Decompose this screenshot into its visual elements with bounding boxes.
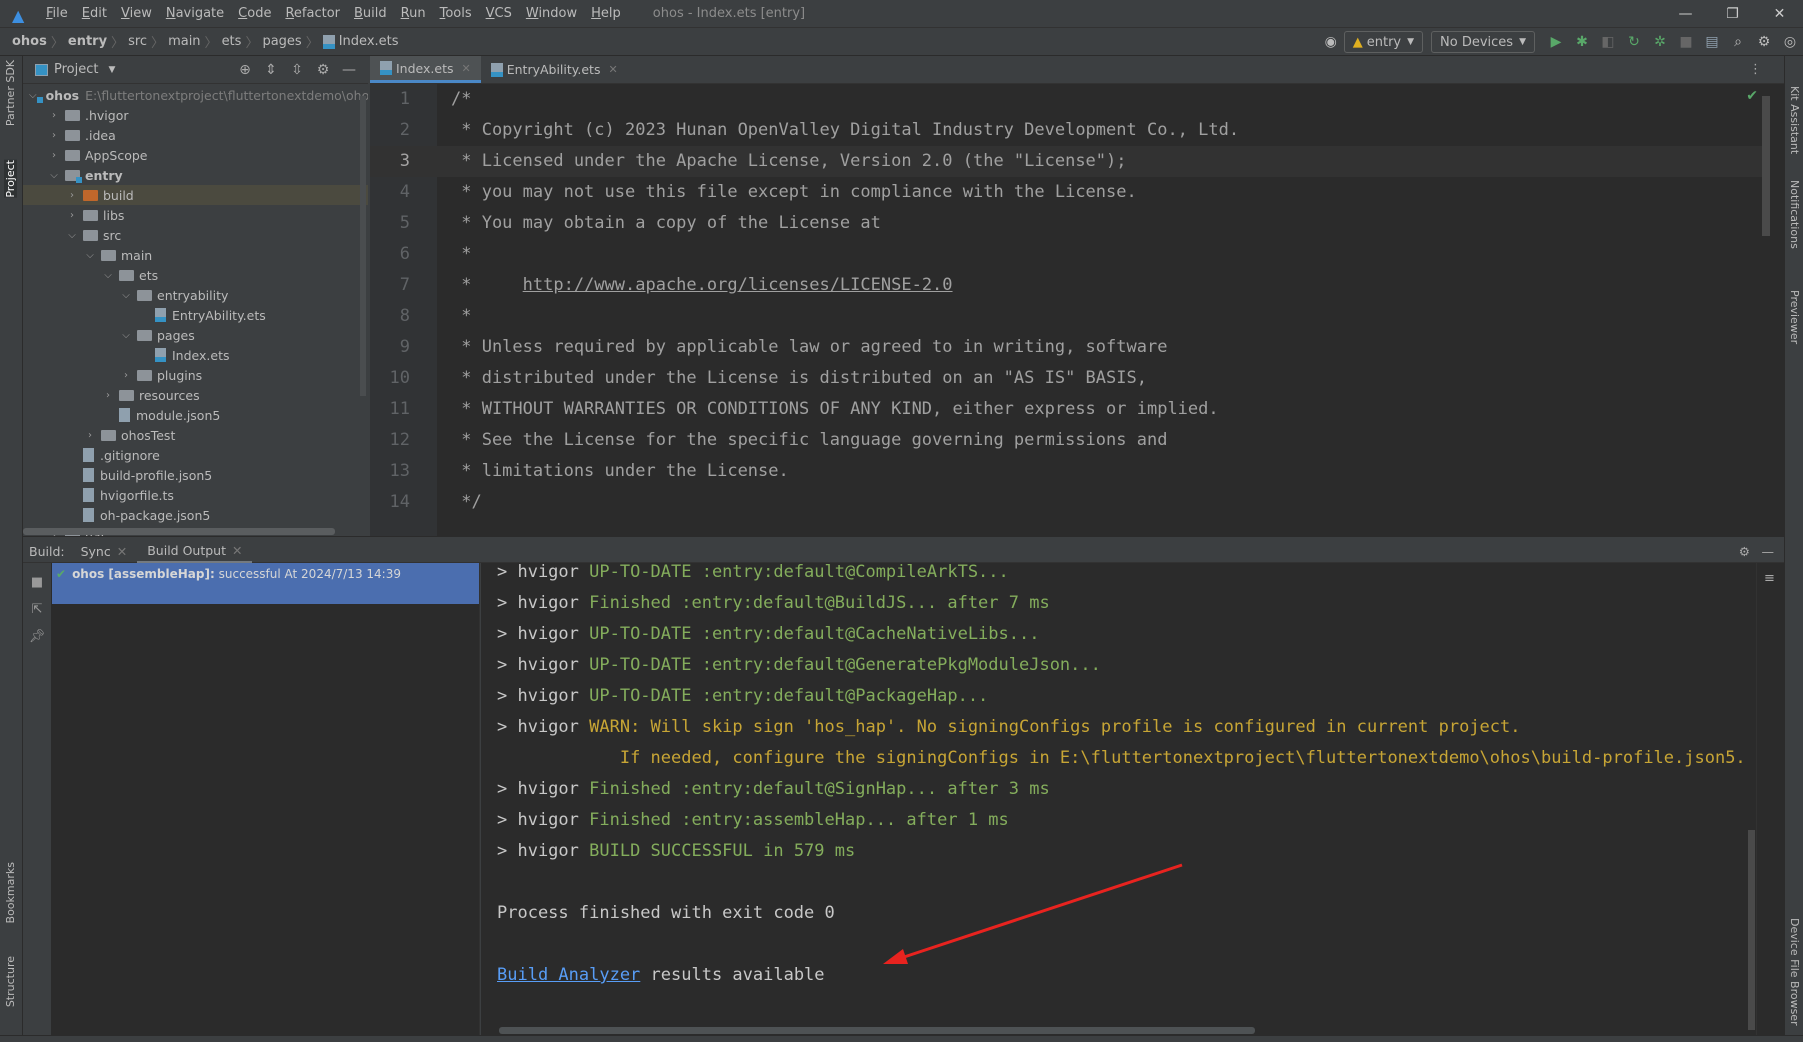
- status-bar: [0, 1035, 1803, 1042]
- annotation-arrow-head: [883, 949, 908, 964]
- annotation-arrow: [883, 863, 1183, 964]
- annotation-arrow-line: [894, 863, 1183, 962]
